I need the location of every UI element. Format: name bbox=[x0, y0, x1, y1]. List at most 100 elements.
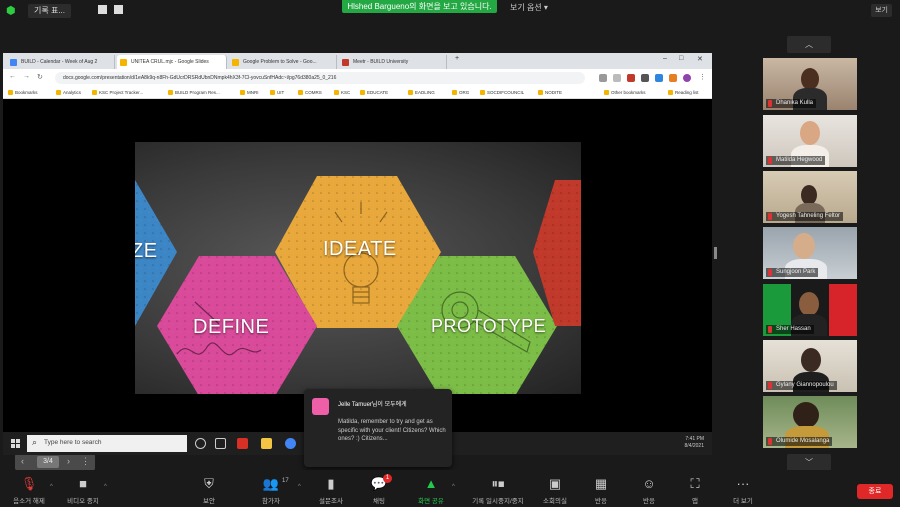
apps-button[interactable]: ⛶ 앱 bbox=[670, 476, 720, 505]
participants-caret-icon[interactable]: ^ bbox=[298, 484, 301, 490]
participants-label: 참가자 bbox=[262, 498, 280, 505]
extension-icon[interactable] bbox=[599, 74, 607, 82]
stop-icon[interactable] bbox=[114, 5, 123, 14]
chat-bubble-icon: 💬 bbox=[370, 476, 388, 491]
back-icon[interactable]: ← bbox=[9, 73, 16, 80]
breakout-rooms-button[interactable]: ▣ 소회의실 bbox=[530, 476, 580, 505]
share-screen-label: 화면 공유 bbox=[418, 498, 444, 505]
windows-start-icon[interactable] bbox=[11, 439, 20, 448]
extension-icon[interactable] bbox=[641, 74, 649, 82]
chrome-icon[interactable] bbox=[285, 438, 296, 449]
bookmark-item[interactable]: Reading list bbox=[667, 89, 699, 97]
star-icon[interactable] bbox=[613, 74, 621, 82]
participant-name: Dhanika Kulla bbox=[766, 99, 817, 108]
bookmark-item[interactable]: EDUCATE bbox=[359, 89, 388, 97]
bookmarks-bar: Bookmarks Analytics KSC Project Tracker.… bbox=[3, 87, 712, 99]
pause-stop-icon: ⏸⏹ bbox=[491, 476, 505, 491]
chat-notification-popup[interactable]: Jelle Tamuer님이 모두에게 Matilda, remember to… bbox=[304, 389, 452, 467]
share-screen-button[interactable]: ▲ 화면 공유 bbox=[406, 476, 456, 505]
participant-name: Olumide Mosalanga bbox=[766, 437, 833, 446]
emoji-button[interactable]: ☺ 반응 bbox=[624, 476, 674, 505]
prev-slide-icon[interactable]: ‹ bbox=[21, 456, 24, 466]
participant-tile[interactable]: Olumide Mosalanga bbox=[763, 396, 857, 448]
slide-viewer: ZE IDEATE DEFINE PROTOTYPE ‹ 3/4 › ⋮ bbox=[3, 99, 712, 471]
gallery-scroll-down-button[interactable]: ﹀ bbox=[787, 454, 831, 471]
view-options-button[interactable]: 보기 옵션 ▾ bbox=[510, 2, 548, 13]
bookmark-item[interactable]: Other bookmarks bbox=[603, 89, 646, 97]
search-icon: ⌕ bbox=[32, 437, 38, 447]
polls-button[interactable]: ▮ 설문조사 bbox=[306, 476, 356, 505]
audio-options-caret-icon[interactable]: ^ bbox=[50, 484, 53, 490]
task-view-icon[interactable] bbox=[215, 438, 226, 449]
bookmark-item[interactable]: Analytics bbox=[55, 89, 81, 97]
bookmark-item[interactable]: ORG bbox=[451, 89, 469, 97]
next-slide-icon[interactable]: › bbox=[67, 456, 70, 466]
panel-resize-handle[interactable] bbox=[714, 247, 717, 259]
chat-button[interactable]: 💬 1 채팅 bbox=[354, 474, 404, 505]
maximize-icon[interactable]: □ bbox=[679, 55, 683, 62]
taskbar-search-field[interactable]: ⌕ Type here to search bbox=[27, 435, 187, 452]
participant-tile[interactable]: Gylany Giannopoulou bbox=[763, 340, 857, 392]
view-button[interactable]: 보기 bbox=[871, 4, 892, 17]
slide-page-indicator: 3/4 bbox=[37, 456, 59, 468]
gmail-icon[interactable] bbox=[237, 438, 248, 449]
share-screen-icon: ▲ bbox=[424, 476, 438, 491]
participant-name: Yogesh Tahneling Feltor bbox=[766, 212, 844, 221]
browser-tab[interactable]: BUILD - Calendar - Week of Aug 2 bbox=[7, 55, 115, 69]
participant-tile[interactable]: Yogesh Tahneling Feltor bbox=[763, 171, 857, 223]
participants-count: 17 bbox=[282, 478, 289, 484]
video-options-caret-icon[interactable]: ^ bbox=[104, 484, 107, 490]
browser-address-bar: ← → ↻ docs.google.com/presentation/d/1eA… bbox=[3, 69, 712, 87]
bookmark-item[interactable]: EADLING bbox=[407, 89, 435, 97]
gallery-scroll-up-button[interactable]: ︿ bbox=[787, 36, 831, 53]
more-icon[interactable]: ⋮ bbox=[81, 456, 90, 467]
participant-tile[interactable]: Sher Hassan bbox=[763, 284, 857, 336]
bookmark-item[interactable]: KSC Project Tracker... bbox=[91, 89, 143, 97]
meeting-controls-bar: 🎙 음소거 해제 ^ ■ 비디오 중지 ^ ⛨ 보안 👥 참가자 17 ^ ▮ … bbox=[0, 470, 900, 507]
system-tray-clock[interactable]: 7:41 PM 8/4/2021 bbox=[685, 436, 704, 450]
profile-avatar[interactable] bbox=[683, 74, 691, 82]
participant-name: Sher Hassan bbox=[766, 325, 814, 334]
bookmark-item[interactable]: Bookmarks bbox=[7, 89, 38, 97]
security-button[interactable]: ⛨ 보안 bbox=[184, 476, 234, 505]
bookmark-item[interactable]: UIT bbox=[269, 89, 284, 97]
bookmark-item[interactable]: SOCDIFCOUNCIL bbox=[479, 89, 524, 97]
microphone-muted-icon: 🎙 bbox=[20, 476, 38, 491]
reload-icon[interactable]: ↻ bbox=[37, 73, 43, 81]
participant-tile[interactable]: Matilda Hegwood bbox=[763, 115, 857, 167]
unmute-button[interactable]: 🎙 음소거 해제 bbox=[4, 476, 54, 505]
reactions-button[interactable]: ▦ 반응 bbox=[576, 476, 626, 505]
browser-tab[interactable]: Google Problem to Solve - Goo... bbox=[229, 55, 337, 69]
forward-icon[interactable]: → bbox=[23, 73, 30, 80]
minimize-icon[interactable]: – bbox=[663, 55, 667, 62]
bookmark-item[interactable]: MNRI bbox=[239, 89, 259, 97]
extension-icon[interactable] bbox=[655, 74, 663, 82]
bookmark-item[interactable]: KSC bbox=[333, 89, 350, 97]
extension-icon[interactable] bbox=[669, 74, 677, 82]
cortana-icon[interactable] bbox=[195, 438, 206, 449]
bookmark-item[interactable]: COMRS bbox=[297, 89, 322, 97]
url-field[interactable]: docs.google.com/presentation/d/1eA8k9q-n… bbox=[55, 72, 585, 84]
participant-tile[interactable]: Sungjoon Park bbox=[763, 227, 857, 279]
menu-icon[interactable]: ⋮ bbox=[699, 73, 706, 81]
bookmark-item[interactable]: BUILD Program Res... bbox=[167, 89, 220, 97]
shield-icon[interactable]: ⬢ bbox=[6, 5, 18, 17]
browser-tab[interactable]: Meetr - BUILD University bbox=[339, 55, 447, 69]
end-meeting-button[interactable]: 종료 bbox=[857, 484, 893, 499]
browser-tab-active[interactable]: UNITEA CRUL.mjc - Google Slides bbox=[117, 55, 227, 69]
clock-date: 8/4/2021 bbox=[684, 443, 704, 449]
more-button[interactable]: ··· 더 보기 bbox=[718, 476, 768, 505]
new-tab-icon[interactable]: + bbox=[455, 55, 459, 62]
extension-icon[interactable] bbox=[627, 74, 635, 82]
participant-tile[interactable]: Dhanika Kulla bbox=[763, 58, 857, 110]
bookmark-item[interactable]: NODITE bbox=[537, 89, 562, 97]
close-icon[interactable]: ✕ bbox=[697, 55, 703, 63]
meeting-info[interactable]: 기록 표... bbox=[28, 4, 71, 18]
gallery-icon[interactable] bbox=[98, 5, 107, 14]
stop-video-button[interactable]: ■ 비디오 중지 bbox=[58, 476, 108, 505]
clock-time: 7:41 PM bbox=[685, 436, 704, 442]
share-options-caret-icon[interactable]: ^ bbox=[452, 484, 455, 490]
breakout-rooms-label: 소회의실 bbox=[543, 498, 567, 505]
file-explorer-icon[interactable] bbox=[261, 438, 272, 449]
record-pause-stop-button[interactable]: ⏸⏹ 기록 일시중지/중지 bbox=[466, 476, 530, 505]
